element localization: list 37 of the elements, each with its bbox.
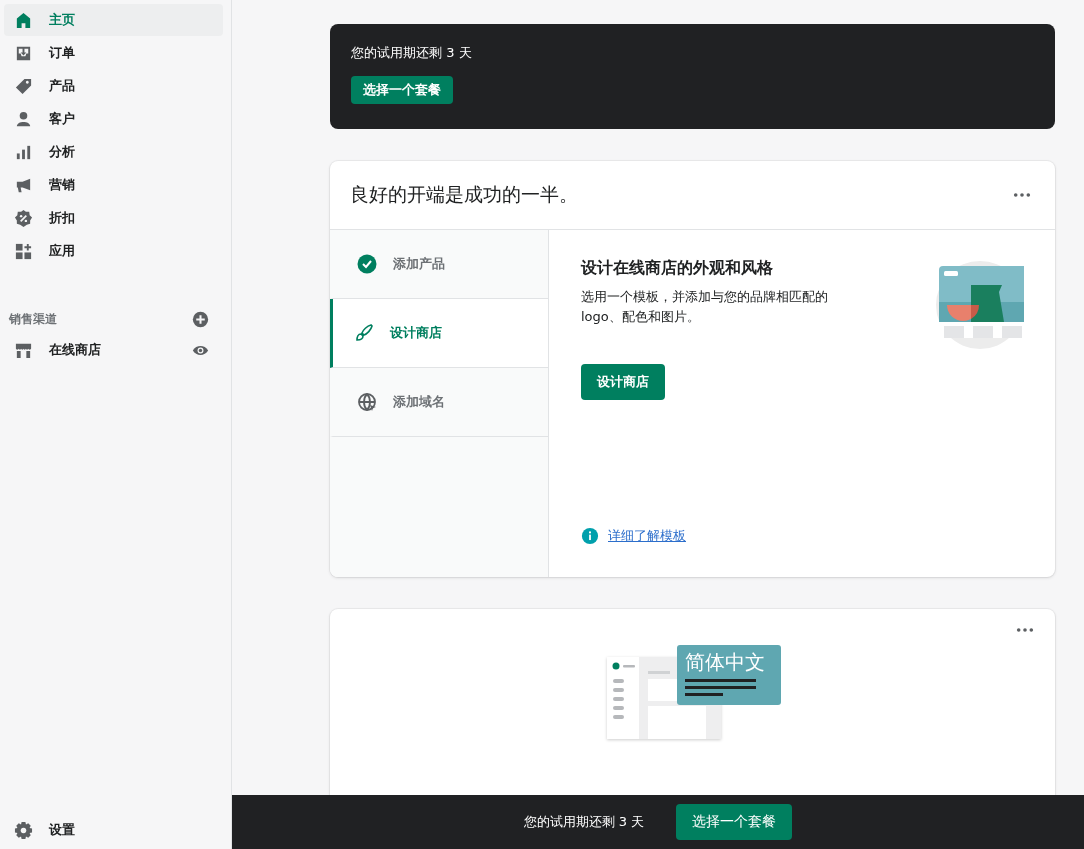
text-lines-icon: [684, 679, 757, 697]
nav-item[interactable]: 订单: [4, 37, 223, 69]
apps-icon: [14, 241, 33, 261]
choose-plan-button[interactable]: 选择一个套餐: [351, 76, 453, 104]
settings-item[interactable]: 设置: [4, 814, 223, 846]
settings-icon: [14, 820, 33, 840]
nav-item[interactable]: 分析: [4, 136, 223, 168]
trial-text: 您的试用期还剩 3 天: [523, 813, 645, 831]
nav-item[interactable]: 营销: [4, 169, 223, 201]
card-title: 良好的开端是成功的一半。: [350, 182, 578, 207]
tag-icon: [14, 76, 33, 96]
design-store-button[interactable]: 设计商店: [581, 364, 665, 400]
more-icon[interactable]: [1016, 627, 1034, 633]
step-tab[interactable]: 添加域名: [330, 368, 548, 437]
nav-item[interactable]: 折扣: [4, 202, 223, 234]
detail-title: 设计在线商店的外观和风格: [581, 258, 774, 279]
language-label: 简体中文: [684, 649, 766, 675]
more-icon[interactable]: [1013, 192, 1031, 198]
add-icon[interactable]: [192, 310, 209, 328]
detail-description: 选用一个模板，并添加与您的品牌相匹配的 logo、配色和图片。: [581, 288, 829, 326]
info-icon: [581, 527, 599, 545]
learn-more-link[interactable]: 详细了解模板: [608, 527, 686, 545]
choose-plan-button[interactable]: 选择一个套餐: [676, 804, 793, 840]
nav-item[interactable]: 应用: [4, 235, 223, 267]
nav-item[interactable]: 主页: [4, 4, 223, 36]
nav-item[interactable]: 客户: [4, 103, 223, 135]
home-icon: [14, 10, 33, 30]
nav-item[interactable]: 在线商店: [4, 334, 223, 366]
nav-item[interactable]: 产品: [4, 70, 223, 102]
discount-icon: [14, 208, 33, 228]
check-icon: [357, 254, 377, 274]
trial-text: 您的试用期还剩 3 天: [351, 44, 472, 62]
person-icon: [14, 109, 33, 129]
brush-icon: [354, 323, 374, 343]
step-tab[interactable]: 设计商店: [330, 299, 548, 368]
section-title: 销售渠道: [9, 310, 57, 328]
globe-icon: [357, 392, 377, 412]
